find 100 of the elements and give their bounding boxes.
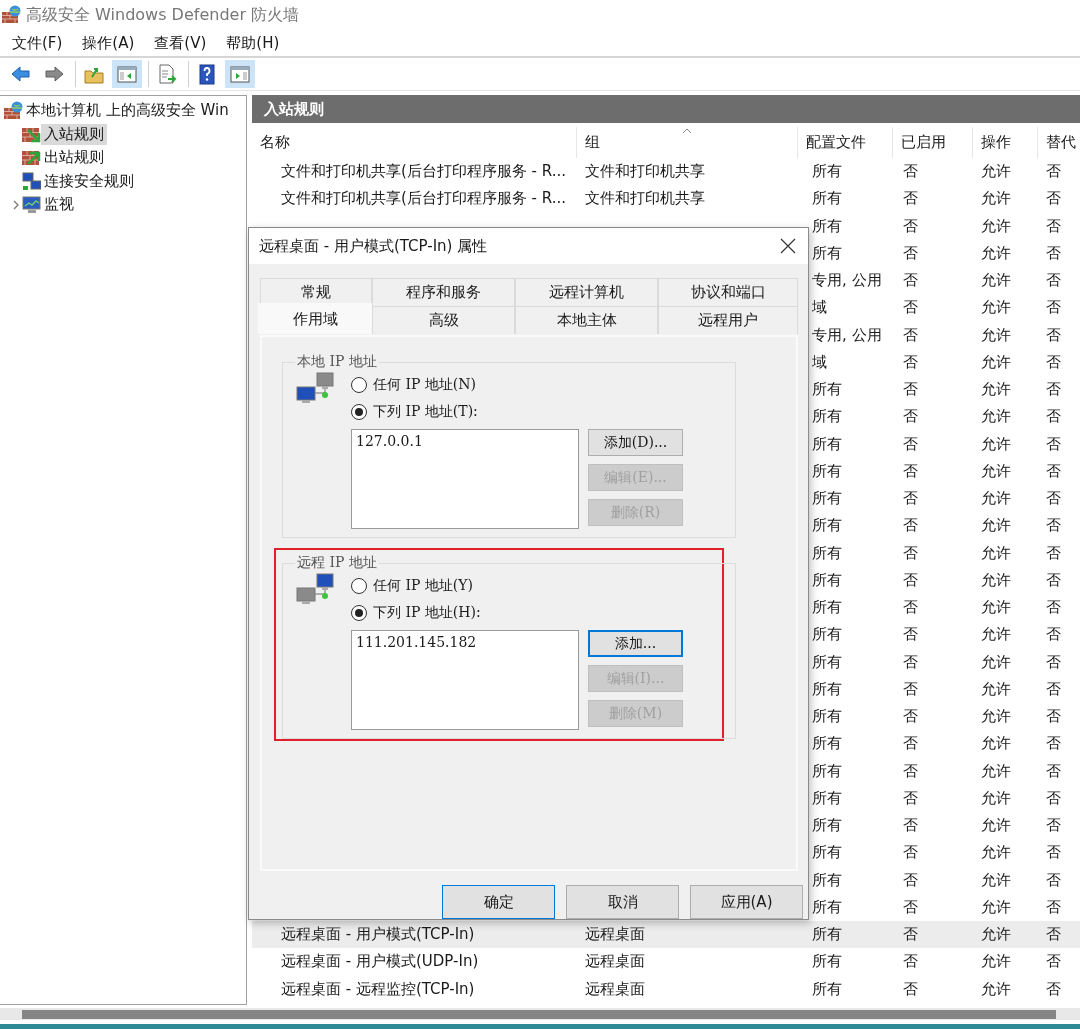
table-cell: 否 bbox=[1046, 298, 1061, 317]
radio-button[interactable] bbox=[351, 403, 367, 420]
tree-item[interactable]: 入站规则 bbox=[41, 123, 107, 145]
table-cell: 否 bbox=[903, 679, 918, 698]
table-cell: 允许 bbox=[981, 816, 1011, 835]
list-item[interactable]: 127.0.0.1 bbox=[356, 433, 574, 449]
table-cell: 否 bbox=[903, 162, 918, 181]
table-cell: 允许 bbox=[981, 516, 1011, 535]
table-cell: 所有 bbox=[812, 897, 842, 916]
table-cell: 所有 bbox=[812, 489, 842, 508]
table-cell: 否 bbox=[903, 216, 918, 235]
radio-label[interactable]: 下列 IP 地址(H): bbox=[373, 603, 481, 622]
menu-item[interactable]: 操作(A) bbox=[74, 33, 143, 53]
list-item[interactable]: 111.201.145.182 bbox=[356, 634, 574, 650]
column-header[interactable]: 替代 bbox=[1038, 127, 1080, 158]
radio-button[interactable] bbox=[351, 604, 367, 621]
action-button[interactable]: 添加... bbox=[588, 630, 683, 657]
table-cell: 否 bbox=[1046, 734, 1061, 753]
table-cell: 所有 bbox=[812, 625, 842, 644]
table-cell: 允许 bbox=[981, 598, 1011, 617]
table-cell: 否 bbox=[1046, 570, 1061, 589]
tab[interactable]: 本地主体 bbox=[515, 306, 658, 334]
address-list[interactable]: 127.0.0.1 bbox=[351, 429, 579, 529]
table-cell: 文件和打印机共享(后台打印程序服务 - R... bbox=[281, 189, 566, 208]
address-list[interactable]: 111.201.145.182 bbox=[351, 630, 579, 730]
column-header[interactable]: 配置文件 bbox=[798, 127, 893, 158]
table-cell: 否 bbox=[903, 570, 918, 589]
table-cell: 否 bbox=[1046, 516, 1061, 535]
table-cell: 否 bbox=[1046, 707, 1061, 726]
table-cell: 否 bbox=[1046, 870, 1061, 889]
tab[interactable]: 远程计算机 bbox=[515, 278, 658, 306]
table-cell: 所有 bbox=[812, 407, 842, 426]
table-cell: 允许 bbox=[981, 843, 1011, 862]
table-cell: 否 bbox=[903, 407, 918, 426]
table-cell: 远程桌面 - 用户模式(TCP-In) bbox=[281, 925, 475, 944]
table-cell: 否 bbox=[1046, 625, 1061, 644]
tab[interactable]: 程序和服务 bbox=[372, 278, 515, 306]
table-cell: 允许 bbox=[981, 298, 1011, 317]
table-cell: 否 bbox=[1046, 489, 1061, 508]
table-cell: 允许 bbox=[981, 679, 1011, 698]
column-header[interactable]: 名称 bbox=[252, 127, 577, 158]
column-header[interactable]: 组 bbox=[577, 127, 798, 158]
table-cell: 否 bbox=[1046, 979, 1061, 998]
table-row[interactable]: 远程桌面 - 用户模式(TCP-In) 远程桌面 所有 否 允许 否 bbox=[252, 921, 1080, 949]
menu-item[interactable]: 查看(V) bbox=[146, 33, 215, 53]
scrollbar-thumb[interactable] bbox=[22, 1010, 1056, 1019]
table-cell: 允许 bbox=[981, 625, 1011, 644]
tree-item[interactable]: 本地计算机 上的高级安全 Win bbox=[23, 100, 232, 122]
tab[interactable]: 常规 bbox=[260, 278, 372, 306]
table-cell: 允许 bbox=[981, 189, 1011, 208]
table-cell: 否 bbox=[1046, 843, 1061, 862]
tab[interactable]: 高级 bbox=[372, 306, 515, 334]
expand-chevron-icon[interactable] bbox=[12, 198, 20, 211]
monitor-icon bbox=[22, 195, 41, 215]
column-header[interactable]: 已启用 bbox=[893, 127, 973, 158]
table-row[interactable]: 远程桌面 - 用户模式(UDP-In) 远程桌面 所有 否 允许 否 bbox=[252, 948, 1080, 976]
table-cell: 允许 bbox=[981, 870, 1011, 889]
radio-button[interactable] bbox=[351, 376, 367, 393]
table-cell: 所有 bbox=[812, 979, 842, 998]
tree-item[interactable]: 监视 bbox=[41, 194, 77, 216]
table-cell: 否 bbox=[1046, 816, 1061, 835]
table-cell: 否 bbox=[1046, 352, 1061, 371]
table-row[interactable]: 远程桌面 - 远程监控(TCP-In) 远程桌面 所有 否 允许 否 bbox=[252, 975, 1080, 1003]
radio-button[interactable] bbox=[351, 577, 367, 594]
dialog-button[interactable]: 应用(A) bbox=[690, 885, 803, 919]
column-header[interactable]: 操作 bbox=[973, 127, 1038, 158]
table-cell: 否 bbox=[903, 979, 918, 998]
menu-item[interactable]: 文件(F) bbox=[4, 33, 71, 53]
tab[interactable]: 协议和端口 bbox=[658, 278, 798, 306]
table-row[interactable]: 文件和打印机共享(后台打印程序服务 - R... 文件和打印机共享 所有 否 允许 否 bbox=[252, 185, 1080, 213]
tab[interactable]: 作用域 bbox=[258, 303, 372, 334]
menu-item[interactable]: 帮助(H) bbox=[218, 33, 288, 53]
radio-label[interactable]: 任何 IP 地址(Y) bbox=[373, 576, 474, 595]
table-cell: 否 bbox=[1046, 189, 1061, 208]
tree-item[interactable]: 连接安全规则 bbox=[41, 170, 137, 192]
table-cell: 允许 bbox=[981, 897, 1011, 916]
table-cell: 否 bbox=[1046, 162, 1061, 181]
tree-item[interactable]: 出站规则 bbox=[41, 147, 107, 169]
tab[interactable]: 远程用户 bbox=[658, 306, 798, 334]
table-cell: 远程桌面 - 用户模式(UDP-In) bbox=[281, 952, 479, 971]
panel-button[interactable] bbox=[112, 60, 142, 88]
action-button[interactable]: 添加(D)... bbox=[588, 429, 683, 456]
table-cell: 否 bbox=[1046, 925, 1061, 944]
panel-icon bbox=[116, 63, 138, 85]
radio-label[interactable]: 下列 IP 地址(T): bbox=[373, 402, 478, 421]
dialog-button[interactable]: 取消 bbox=[566, 885, 679, 919]
table-cell: 允许 bbox=[981, 761, 1011, 780]
table-cell: 否 bbox=[903, 734, 918, 753]
table-cell: 所有 bbox=[812, 243, 842, 262]
table-row[interactable]: 文件和打印机共享(后台打印程序服务 - R... 文件和打印机共享 所有 否 允许 否 bbox=[252, 158, 1080, 186]
firewall-icon bbox=[4, 101, 23, 121]
scrollbar[interactable] bbox=[0, 1008, 1080, 1020]
group-label: 本地 IP 地址 bbox=[296, 353, 378, 371]
panel-icon bbox=[229, 63, 251, 85]
table-cell: 否 bbox=[903, 543, 918, 562]
dialog-button[interactable]: 确定 bbox=[442, 885, 555, 919]
table-cell: 否 bbox=[1046, 271, 1061, 290]
table-cell: 否 bbox=[1046, 434, 1061, 453]
table-cell: 允许 bbox=[981, 352, 1011, 371]
radio-label[interactable]: 任何 IP 地址(N) bbox=[373, 375, 477, 394]
